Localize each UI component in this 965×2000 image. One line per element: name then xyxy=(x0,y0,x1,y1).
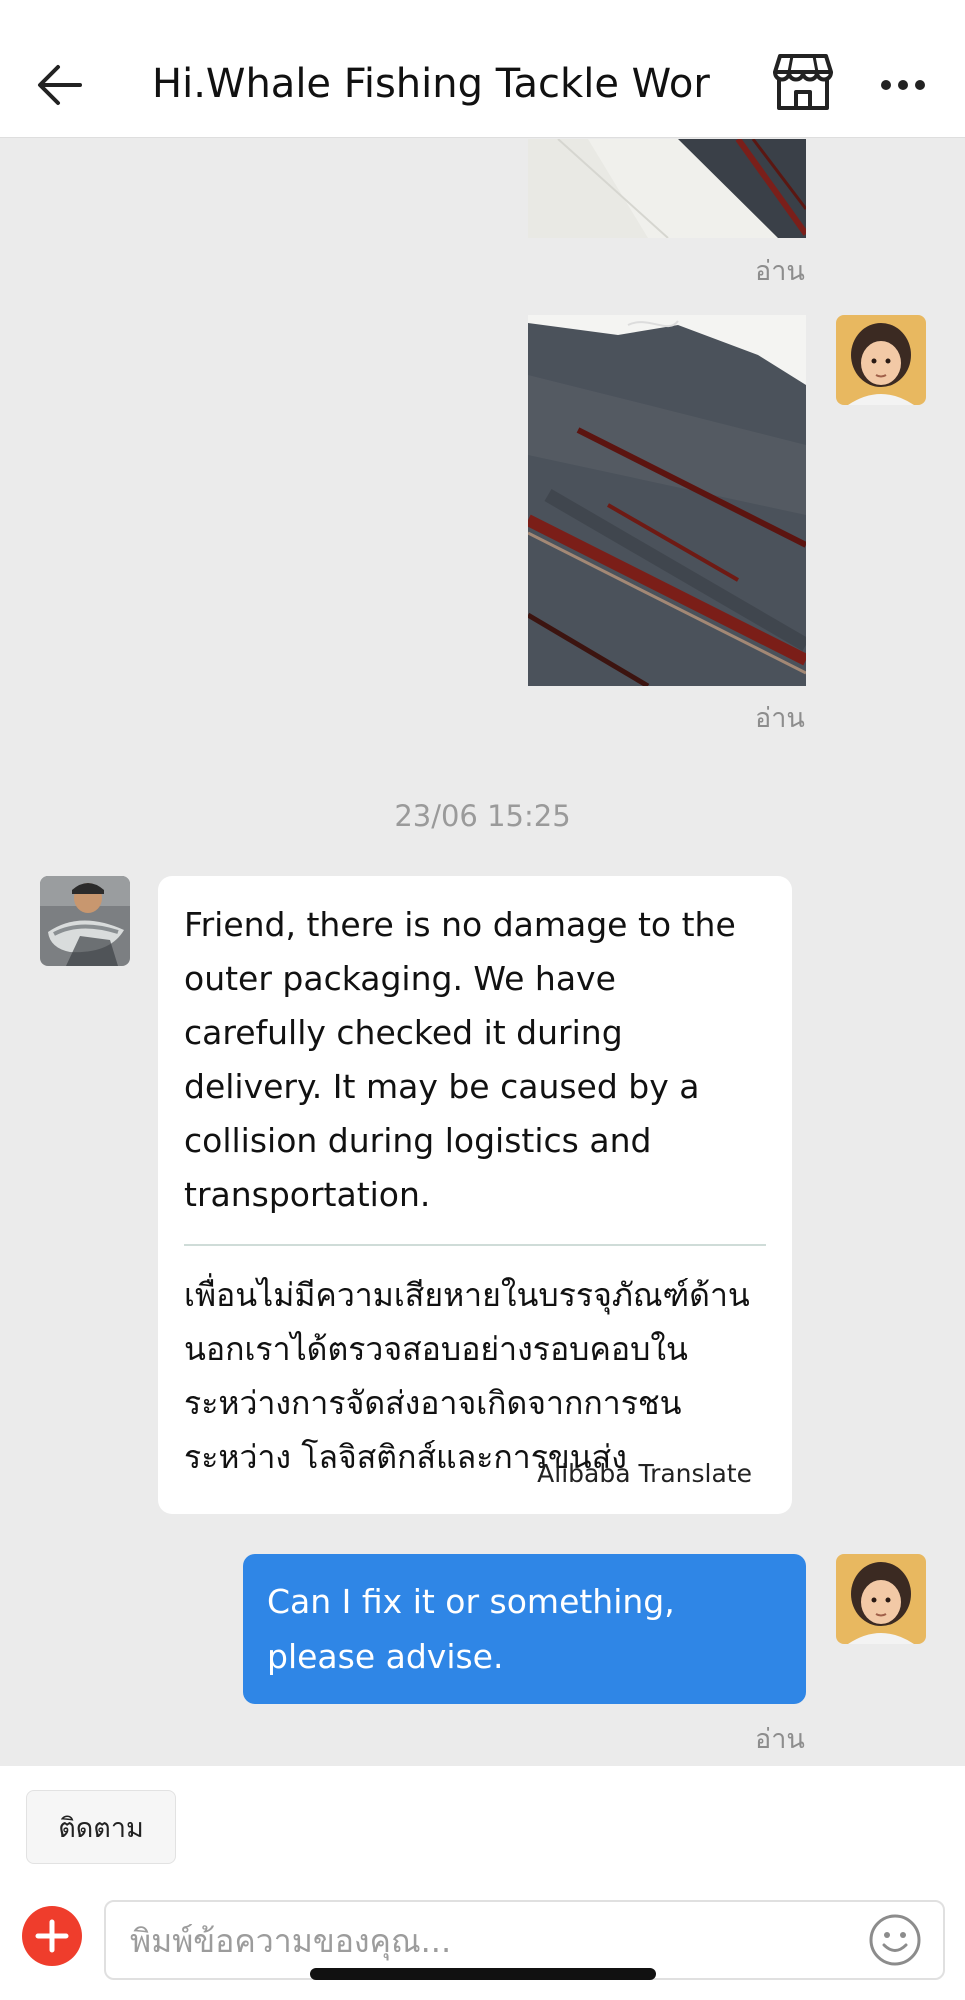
avatar-image xyxy=(40,876,130,966)
avatar-image xyxy=(836,315,926,405)
outgoing-message-bubble[interactable]: Can I fix it or something, please advise… xyxy=(243,1554,806,1704)
chat-area[interactable]: อ่าน อ่าน 23/06 15:25 Friend, there is n… xyxy=(0,139,965,1766)
back-button[interactable] xyxy=(30,50,90,120)
store-button[interactable] xyxy=(772,52,842,116)
my-avatar[interactable] xyxy=(836,1554,926,1644)
my-avatar[interactable] xyxy=(836,315,926,405)
translated-text: เพื่อนไม่มีความเสียหายในบรรจุภัณฑ์ด้านนอ… xyxy=(184,1276,750,1476)
message-input-placeholder: พิมพ์ข้อความของคุณ... xyxy=(130,1922,452,1960)
plus-icon xyxy=(35,1919,69,1953)
composer-area: ติดตาม พิมพ์ข้อความของคุณ... xyxy=(0,1766,965,2000)
smiley-icon xyxy=(869,1914,921,1966)
page-title: Hi.Whale Fishing Tackle Worl... xyxy=(152,61,712,107)
fishing-rod-photo xyxy=(528,139,806,238)
message-text: Can I fix it or something, please advise… xyxy=(267,1582,675,1676)
read-receipt: อ่าน xyxy=(755,1724,805,1755)
read-receipt: อ่าน xyxy=(755,703,805,734)
arrow-left-icon xyxy=(38,65,82,105)
more-dots-icon xyxy=(881,80,925,90)
more-options-button[interactable] xyxy=(868,60,938,110)
message-timestamp: 23/06 15:25 xyxy=(394,799,571,833)
follow-button[interactable]: ติดตาม xyxy=(26,1790,176,1864)
read-receipt: อ่าน xyxy=(755,256,805,287)
sent-photo[interactable] xyxy=(528,139,806,238)
chat-header: Hi.Whale Fishing Tackle Worl... xyxy=(0,0,965,138)
add-attachment-button[interactable] xyxy=(22,1906,82,1966)
incoming-message-bubble[interactable]: Friend, there is no damage to the outer … xyxy=(158,876,792,1514)
emoji-button[interactable] xyxy=(867,1912,923,1968)
message-text: Friend, there is no damage to the outer … xyxy=(184,905,736,1214)
sent-photo[interactable] xyxy=(528,315,806,686)
avatar-image xyxy=(836,1554,926,1644)
fishing-rod-bag-photo xyxy=(528,315,806,686)
translation-divider xyxy=(184,1244,766,1246)
translation-credit: Alibaba Translate xyxy=(537,1459,752,1488)
seller-avatar[interactable] xyxy=(40,876,130,966)
store-icon xyxy=(773,54,833,110)
home-indicator xyxy=(310,1968,656,1980)
